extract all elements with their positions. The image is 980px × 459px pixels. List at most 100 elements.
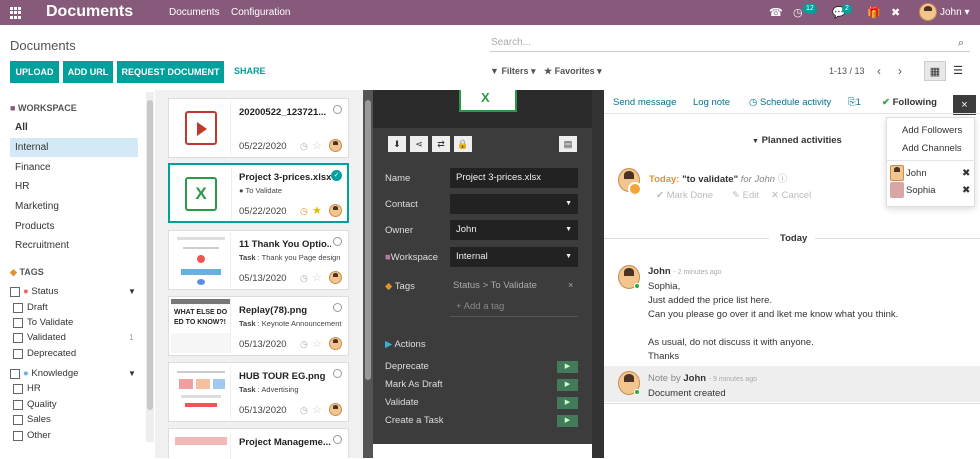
tag-draft-checkbox[interactable]	[13, 303, 23, 313]
action-create-task-button[interactable]: ▶	[557, 415, 578, 427]
following-button[interactable]: ✔ Following	[882, 97, 937, 108]
edit-activity-button[interactable]: ✎ Edit	[732, 190, 759, 201]
replace-icon[interactable]: ⇄	[432, 136, 450, 152]
selected-check-icon[interactable]: ✓	[331, 170, 342, 181]
share-icon[interactable]: ⋖	[410, 136, 428, 152]
add-followers-item[interactable]: Add Followers	[902, 125, 962, 136]
sidebar-item-all[interactable]: All	[10, 118, 138, 137]
menu-configuration[interactable]: Configuration	[231, 7, 290, 18]
action-mark-as-draft-button[interactable]: ▶	[557, 379, 578, 391]
upload-button[interactable]: UPLOAD	[10, 61, 59, 83]
kanban-scroll-thumb[interactable]	[365, 100, 371, 380]
sidebar-item-marketing[interactable]: Marketing	[10, 197, 138, 216]
favorites-dropdown[interactable]: ★ Favorites ▾	[544, 66, 602, 77]
owner-select[interactable]: John ▼	[450, 220, 578, 240]
activity-clock-icon[interactable]: ◷	[300, 206, 308, 217]
sidebar-item-hr[interactable]: HR	[10, 177, 138, 196]
pager-value[interactable]: 1-13 / 13	[829, 66, 865, 76]
document-card[interactable]: Project Manageme...	[168, 428, 349, 459]
add-tag-input[interactable]: + Add a tag	[450, 297, 578, 317]
tag-group-status-checkbox[interactable]	[10, 287, 20, 297]
send-message-button[interactable]: Send message	[613, 97, 676, 108]
favorite-star-icon[interactable]: ☆	[312, 139, 322, 152]
remove-tag-icon[interactable]: ×	[568, 280, 573, 290]
card-select-radio[interactable]	[333, 237, 342, 246]
download-icon[interactable]: ⬇	[388, 136, 406, 152]
action-deprecate-button[interactable]: ▶	[557, 361, 578, 373]
tag-validated-checkbox[interactable]	[13, 333, 23, 343]
favorite-star-icon[interactable]: ☆	[312, 337, 322, 350]
activity-clock-icon[interactable]: ◷	[300, 339, 308, 350]
log-note-button[interactable]: Log note	[693, 97, 730, 108]
favorite-star-icon[interactable]: ☆	[312, 271, 322, 284]
search-input[interactable]: Search...	[490, 36, 970, 52]
tag-group-status-toggle-icon[interactable]: ▼	[128, 287, 136, 296]
document-card[interactable]: HUB TOUR EG.png Task : Advertising 05/13…	[168, 362, 349, 422]
user-avatar[interactable]	[919, 3, 937, 21]
debug-icon[interactable]: ✖	[891, 6, 900, 19]
kanban-view-icon[interactable]: ▦	[924, 61, 946, 81]
pager-next-icon[interactable]: ›	[898, 64, 902, 78]
filters-dropdown[interactable]: ▼ Filters ▾	[490, 66, 535, 77]
favorite-star-icon[interactable]: ★	[312, 204, 322, 217]
tag-sales-checkbox[interactable]	[13, 415, 23, 425]
document-card[interactable]: 11 Thank You Optio... Task : Thank you P…	[168, 230, 349, 290]
activity-clock-icon[interactable]: ◷	[300, 273, 308, 284]
activity-clock-icon[interactable]: ◷	[300, 141, 308, 152]
pager-previous-icon[interactable]: ‹	[877, 64, 881, 78]
list-view-icon[interactable]: ☰	[947, 61, 969, 81]
document-card[interactable]: WHAT ELSE DO ED TO KNOW?! Replay(78).png …	[168, 296, 349, 356]
info-icon[interactable]: ⓘ	[778, 174, 788, 185]
close-icon[interactable]: ×	[953, 95, 976, 115]
card-select-radio[interactable]	[333, 435, 342, 444]
note-author[interactable]: John	[683, 373, 706, 384]
kanban-scrollbar[interactable]	[363, 90, 373, 458]
contact-select[interactable]: ▼	[450, 194, 578, 214]
search-icon[interactable]: ⌕	[958, 37, 964, 50]
card-select-radio[interactable]	[333, 369, 342, 378]
remove-follower-icon[interactable]: ✖	[962, 185, 970, 196]
tag-hr-checkbox[interactable]	[13, 384, 23, 394]
tag-to-validate-checkbox[interactable]	[13, 318, 23, 328]
gift-icon[interactable]: 🎁	[867, 6, 881, 19]
tag-other-checkbox[interactable]	[13, 431, 23, 441]
user-menu[interactable]: John ▾	[940, 7, 970, 18]
activity-clock-icon[interactable]: ◷	[300, 405, 308, 416]
action-validate-button[interactable]: ▶	[557, 397, 578, 409]
preview-thumbnail[interactable]: X	[459, 90, 517, 112]
menu-documents[interactable]: Documents	[169, 7, 220, 18]
tag-deprecated-checkbox[interactable]	[13, 349, 23, 359]
name-input[interactable]: Project 3-prices.xlsx	[450, 168, 578, 188]
follower-john[interactable]: John	[906, 168, 927, 179]
remove-follower-icon[interactable]: ✖	[962, 168, 970, 179]
activity-icon[interactable]: ◷	[793, 6, 803, 19]
lock-icon[interactable]: 🔒	[454, 136, 472, 152]
follower-sophia[interactable]: Sophia	[906, 185, 936, 196]
tag-group-knowledge-checkbox[interactable]	[10, 369, 20, 379]
sidebar-item-products[interactable]: Products	[10, 217, 138, 236]
message-author[interactable]: John	[648, 266, 671, 277]
inspector-scrollbar[interactable]	[592, 90, 604, 458]
document-card-selected[interactable]: X Project 3-prices.xlsx ● To Validate 05…	[168, 163, 349, 223]
card-select-radio[interactable]	[333, 303, 342, 312]
favorite-star-icon[interactable]: ☆	[312, 403, 322, 416]
apps-menu-icon[interactable]	[10, 7, 22, 19]
share-button[interactable]: SHARE	[234, 66, 266, 76]
sidebar-scroll-thumb[interactable]	[147, 100, 153, 410]
archive-icon[interactable]: ▤	[559, 136, 577, 152]
workspace-select[interactable]: Internal ▼	[450, 247, 578, 267]
attachments-button[interactable]: ⎘1	[848, 97, 861, 108]
schedule-activity-button[interactable]: ◷ Schedule activity	[749, 97, 831, 108]
sidebar-item-recruitment[interactable]: Recruitment	[10, 236, 138, 255]
cancel-activity-button[interactable]: ✕ Cancel	[771, 190, 811, 201]
document-card[interactable]: 20200522_123721... 05/22/2020 ◷ ☆	[168, 98, 349, 158]
add-url-button[interactable]: ADD URL	[63, 61, 113, 83]
planned-activities-header[interactable]: ▼ Planned activities	[752, 135, 842, 146]
request-document-button[interactable]: REQUEST DOCUMENT	[117, 61, 224, 83]
sidebar-item-internal[interactable]: Internal	[10, 138, 138, 157]
tag-group-knowledge-toggle-icon[interactable]: ▼	[128, 369, 136, 378]
add-channels-item[interactable]: Add Channels	[902, 143, 962, 154]
card-select-radio[interactable]	[333, 105, 342, 114]
mark-done-button[interactable]: ✔ Mark Done	[656, 190, 713, 201]
sidebar-item-finance[interactable]: Finance	[10, 158, 138, 177]
